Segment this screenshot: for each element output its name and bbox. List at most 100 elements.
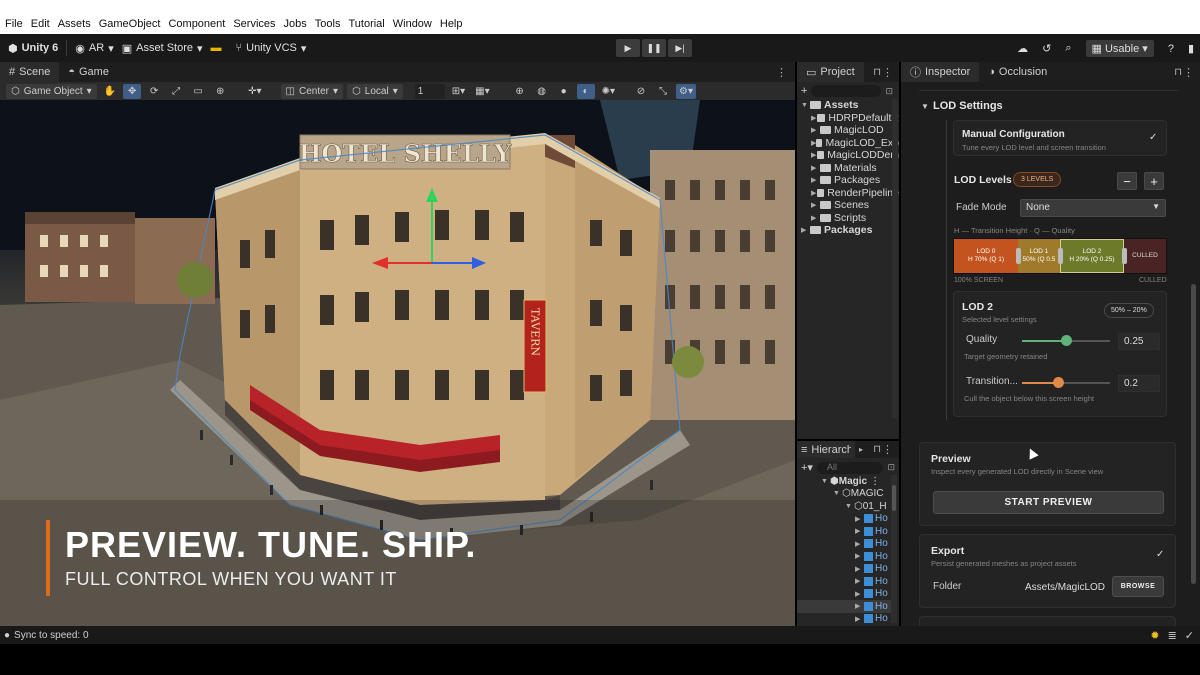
- hierarchy-scroll-thumb[interactable]: [892, 485, 896, 511]
- lighting-bake-icon[interactable]: ✹: [1150, 629, 1159, 642]
- menu-tutorial[interactable]: Tutorial: [348, 18, 384, 30]
- add-lod-button[interactable]: +: [1144, 172, 1164, 190]
- chevron-right-icon[interactable]: ▸: [859, 445, 863, 454]
- package-icon-button[interactable]: ▬: [211, 42, 222, 54]
- pause-button[interactable]: ❚❚: [642, 39, 666, 57]
- tree-row-assets[interactable]: ▼ Assets: [797, 99, 899, 112]
- transform-tool[interactable]: ⊕: [211, 84, 229, 99]
- hand-tool[interactable]: ✋: [101, 84, 119, 99]
- checkmark-circle-icon[interactable]: ✓: [1185, 629, 1194, 642]
- chevron-right-icon[interactable]: ▶: [855, 577, 864, 585]
- lighting-dropdown[interactable]: ✺▾: [599, 84, 618, 99]
- account-button[interactable]: ⬢ Unity 6: [8, 42, 58, 55]
- draw-shaded-wire-button[interactable]: ◍: [533, 84, 551, 99]
- tree-row-folder[interactable]: ▶ HDRPDefaultR: [797, 112, 899, 125]
- tree-row-folder[interactable]: ▶ RenderPipeline: [797, 187, 899, 200]
- transition-input[interactable]: 0.2: [1118, 375, 1160, 392]
- menu-jobs[interactable]: Jobs: [284, 18, 307, 30]
- tab-hierarchy[interactable]: ≡ Hierarchy: [797, 441, 856, 458]
- chevron-right-icon[interactable]: ▶: [855, 615, 864, 623]
- tree-row-item[interactable]: ▶ Ho: [797, 563, 891, 576]
- chevron-right-icon[interactable]: ▶: [855, 565, 864, 573]
- chevron-right-icon[interactable]: ▶: [811, 164, 820, 172]
- kebab-menu-icon[interactable]: ⋮: [870, 476, 880, 487]
- search-icon[interactable]: ⌕: [1065, 42, 1071, 55]
- menu-services[interactable]: Services: [233, 18, 275, 30]
- lod-handle[interactable]: [1016, 248, 1021, 264]
- tree-row-folder[interactable]: ▶ MagicLODDem: [797, 149, 899, 162]
- menu-gameobject[interactable]: GameObject: [99, 18, 161, 30]
- stack-icon[interactable]: ≣: [1168, 629, 1177, 642]
- tree-row-item[interactable]: ▶ Ho: [797, 588, 891, 601]
- chevron-right-icon[interactable]: ▶: [801, 226, 810, 234]
- chevron-right-icon[interactable]: ▶: [855, 552, 864, 560]
- mode-dropdown[interactable]: ⬡ Game Object ▾: [6, 83, 97, 99]
- visibility-toggle[interactable]: ⊘: [632, 84, 650, 99]
- menu-edit[interactable]: Edit: [31, 18, 50, 30]
- lod-segment-2-selected[interactable]: LOD 2 H 20% (Q 0.25): [1060, 239, 1127, 273]
- tab-occlusion[interactable]: ◑ Occlusion: [979, 62, 1056, 82]
- kebab-menu-icon[interactable]: ⋮: [882, 443, 893, 456]
- tree-row-folder[interactable]: ▶ MagicLOD: [797, 124, 899, 137]
- add-icon[interactable]: +▾: [801, 461, 813, 474]
- filter-icon[interactable]: ⊡: [887, 462, 895, 473]
- grid-toggle[interactable]: ▦▾: [472, 84, 492, 99]
- layout-dropdown[interactable]: ▦ Usable ▾: [1085, 40, 1154, 57]
- quality-input[interactable]: 0.25: [1118, 333, 1160, 350]
- pivot-dropdown[interactable]: ◫ Center ▾: [280, 83, 344, 99]
- tab-scene[interactable]: # Scene: [0, 62, 60, 82]
- tree-row-folder[interactable]: ▶ Scripts: [797, 212, 899, 225]
- chevron-right-icon[interactable]: ▶: [855, 515, 864, 523]
- menu-tools[interactable]: Tools: [315, 18, 341, 30]
- browse-button[interactable]: BROWSE: [1112, 576, 1164, 597]
- lod-settings-header[interactable]: LOD Settings: [933, 100, 1003, 112]
- chevron-right-icon[interactable]: ▶: [811, 201, 820, 209]
- settings-icon[interactable]: ▮: [1188, 42, 1194, 55]
- grid-snap-button[interactable]: ⊞▾: [449, 84, 468, 99]
- draw-wireframe-button[interactable]: ⊕: [511, 84, 529, 99]
- tree-row-object[interactable]: ▼ ⬡ MAGIC: [797, 488, 891, 501]
- lod-segment-culled[interactable]: CULLED: [1124, 239, 1166, 273]
- asset-store-dropdown[interactable]: ▣ Asset Store ▾: [122, 42, 203, 55]
- snap-increment-field[interactable]: 1: [414, 83, 445, 99]
- quality-slider-knob[interactable]: [1061, 335, 1072, 346]
- chevron-right-icon[interactable]: ▶: [855, 540, 864, 548]
- menu-assets[interactable]: Assets: [58, 18, 91, 30]
- menu-component[interactable]: Component: [168, 18, 225, 30]
- step-button[interactable]: ▶|: [668, 39, 692, 57]
- chevron-down-icon[interactable]: ▼: [833, 490, 842, 497]
- tab-project[interactable]: ▭ Project: [797, 62, 864, 82]
- chevron-right-icon[interactable]: ▶: [855, 527, 864, 535]
- tree-row-packages[interactable]: ▶ Packages: [797, 224, 899, 237]
- tree-row-item[interactable]: ▶ Ho: [797, 538, 891, 551]
- chevron-right-icon[interactable]: ▶: [811, 176, 820, 184]
- tree-row-folder[interactable]: ▶ Packages: [797, 174, 899, 187]
- vcs-dropdown[interactable]: ⑂ Unity VCS ▾: [236, 42, 307, 55]
- project-search-input[interactable]: [811, 85, 882, 97]
- lod-handle[interactable]: [1058, 248, 1063, 264]
- tree-row-item[interactable]: ▶ Ho: [797, 575, 891, 588]
- chevron-down-icon[interactable]: ▼: [821, 478, 830, 485]
- tree-row-item[interactable]: ▶ Ho: [797, 550, 891, 563]
- lod-handle[interactable]: [1122, 248, 1127, 264]
- chevron-right-icon[interactable]: ▶: [811, 126, 820, 134]
- chevron-down-icon[interactable]: ▼: [921, 102, 929, 111]
- lock-icon[interactable]: ⊓: [1174, 67, 1182, 78]
- play-button[interactable]: ▶: [616, 39, 640, 57]
- kebab-menu-icon[interactable]: ⋮: [776, 66, 787, 79]
- lod-segment-1[interactable]: LOD 1 50% (Q 0.5: [1018, 239, 1063, 273]
- filter-icon[interactable]: ⊡: [885, 86, 893, 97]
- check-icon[interactable]: ✓: [1156, 549, 1164, 560]
- menu-help[interactable]: Help: [440, 18, 463, 30]
- kebab-menu-icon[interactable]: ⋮: [882, 66, 893, 79]
- tree-row-folder[interactable]: ▶ MagicLOD_Exp: [797, 137, 899, 150]
- custom-tool[interactable]: ✛▾: [245, 84, 264, 99]
- remove-lod-button[interactable]: −: [1117, 172, 1137, 190]
- hierarchy-search-input[interactable]: All: [816, 461, 884, 474]
- lod-segment-0[interactable]: LOD 0 H 70% (Q 1): [954, 239, 1021, 273]
- menu-window[interactable]: Window: [393, 18, 432, 30]
- help-icon[interactable]: ?: [1168, 43, 1174, 55]
- tree-row-item-selected[interactable]: ▶ Ho: [797, 600, 891, 613]
- tree-row-item[interactable]: ▶ Ho: [797, 525, 891, 538]
- draw-unlit-button[interactable]: ◐: [576, 83, 595, 99]
